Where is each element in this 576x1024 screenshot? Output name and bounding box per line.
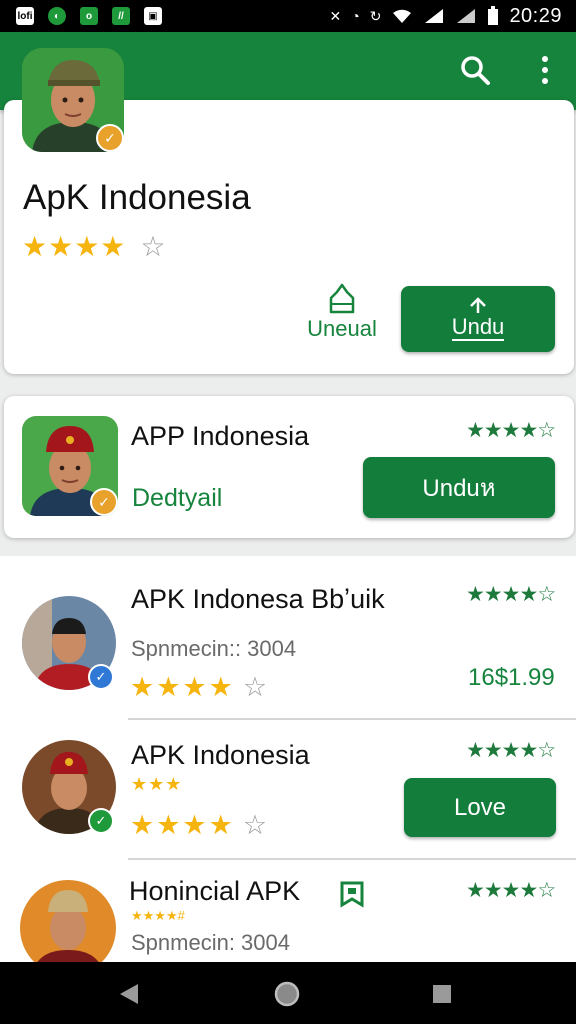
list-item-2-title: APK Indonesia [131,740,310,770]
featured-download-label: Undu [451,314,505,341]
home-icon [274,981,300,1007]
bookmark-icon [340,881,364,908]
search-icon [461,56,490,85]
list-item-3-title: Honincial APK [129,876,301,906]
search-button[interactable] [453,48,497,92]
hand-icon [329,283,355,314]
promo-details-link[interactable]: Dedtyail [132,484,222,513]
list-item-2-love-button[interactable]: Love [404,778,556,837]
star-empty-icon: ☆ [537,583,556,606]
verified-badge-icon: ✓ [96,124,124,152]
star-filled-icon: ★★★★ [466,739,538,762]
list-item-2-mini-rating: ★★★ [131,774,183,794]
alarm-icon: ◔ [351,8,360,24]
app-icon: // [112,7,130,25]
list-item-1-small-rating: ★★★★☆ [466,582,556,607]
featured-secondary-button[interactable]: Uneual [302,282,382,348]
navigation-bar [0,962,576,1024]
home-button[interactable] [272,979,302,1009]
featured-download-button[interactable]: Undu [401,286,555,352]
list-item-3-mini-rating: ★★★★# [131,908,185,923]
star-empty-icon: ☆ [537,879,556,902]
divider [128,858,576,860]
recents-button[interactable] [430,982,454,1006]
gallery-icon: ▣ [144,7,162,25]
more-vert-icon [542,56,548,84]
list-item-1-rating: ★★★★ ☆ [130,672,269,703]
verified-badge-icon: ✓ [88,664,114,690]
sync-icon: ↻ [369,7,382,24]
list-item-3-subtitle: Spnmecin: 3004 [131,930,290,955]
featured-title: ApK Indonesia [23,178,251,217]
promo-download-button[interactable]: Unduห [363,457,555,518]
love-button-label: Love [453,793,507,821]
star-filled-icon: ★★★★ [130,810,235,840]
recents-icon [433,985,451,1003]
featured-rating: ★★★★ ☆ [22,230,167,263]
signal-icon [425,9,444,23]
divider [128,718,576,720]
mute-icon: ✕ [329,7,342,24]
list-item-1-price[interactable]: 16$1.99 [468,664,555,692]
bookmark-button[interactable] [336,878,368,910]
promo-rating: ★★★★☆ [466,418,556,443]
list-item-2-rating: ★★★★ ☆ [130,810,269,841]
back-icon [120,984,138,1004]
back-button[interactable] [114,978,146,1010]
star-empty-icon: ☆ [242,810,270,840]
list-item-2-small-rating: ★★★★☆ [466,738,556,763]
battery-icon [488,6,499,25]
more-options-button[interactable] [523,48,567,92]
verified-badge-icon: ✓ [88,808,114,834]
star-empty-icon: ☆ [537,419,556,442]
status-time: 20:29 [509,4,562,27]
star-filled-icon: ★★★★ [22,231,127,262]
star-empty-icon: ☆ [140,231,167,262]
star-filled-icon: ★★★★ [466,879,538,902]
promo-title: APP Indonesia [131,421,310,451]
promo-download-label: Unduห [422,475,496,502]
lofi-app-icon: lofi [16,7,34,25]
line-app-icon: o [80,7,98,25]
list-item-1-subtitle: Spnmecin:: 3004 [131,636,297,661]
signal-2-icon [457,9,476,23]
status-bar: lofi ◐ o // ▣ ✕ ◔ ↻ 20:29 [0,0,576,32]
star-filled-icon: ★★★★ [466,583,538,606]
star-filled-icon: ★★★★ [466,419,538,442]
star-empty-icon: ☆ [242,672,270,702]
upload-arrow-icon [470,297,486,313]
wifi-icon [393,9,412,23]
featured-secondary-label: Uneual [307,316,377,341]
whatsapp-icon: ◐ [48,7,66,25]
star-empty-icon: ☆ [537,739,556,762]
verified-badge-icon: ✓ [90,488,118,516]
star-filled-icon: ★★★★ [130,672,235,702]
list-item-1-title: APK Indonesa Bbʼuik [131,584,385,614]
list-item-3-small-rating: ★★★★☆ [466,878,556,903]
